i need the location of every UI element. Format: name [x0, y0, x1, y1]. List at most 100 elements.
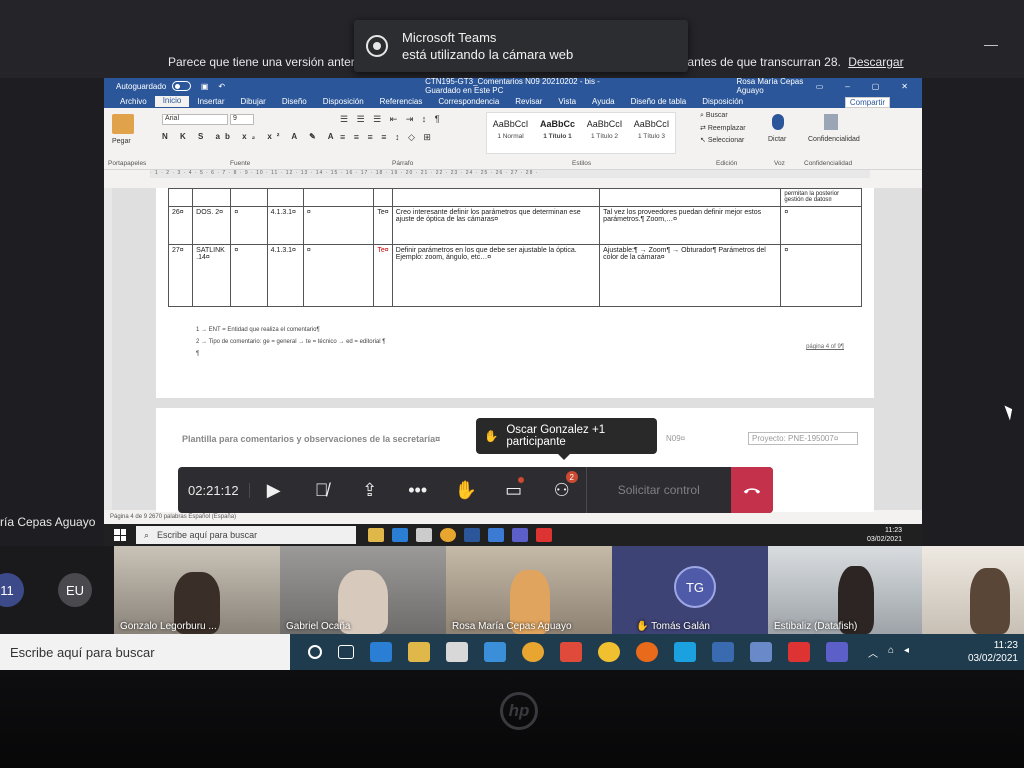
footnote-2: 2 → Tipo de comentario: ge = general → t… — [196, 339, 386, 345]
word-icon[interactable] — [464, 528, 480, 542]
mute-button[interactable]: 🎙̸ — [298, 467, 346, 513]
teams-icon[interactable] — [826, 642, 848, 662]
tab-ayuda[interactable]: Ayuda — [584, 97, 623, 108]
volume-icon[interactable]: ◂ — [904, 645, 909, 660]
paste-button[interactable]: Pegar — [112, 138, 131, 145]
outlook-icon[interactable] — [712, 642, 734, 662]
remote-clock[interactable]: 11:23 03/02/2021 — [867, 526, 922, 544]
mail-icon[interactable] — [484, 642, 506, 662]
tab-vista[interactable]: Vista — [550, 97, 584, 108]
tab-diseno[interactable]: Diseño — [274, 97, 315, 108]
replace-button[interactable]: ⇄ Reemplazar — [700, 124, 746, 132]
download-link[interactable]: Descargar — [848, 55, 903, 69]
more-actions-button[interactable]: ••• — [394, 467, 442, 513]
undo-icon[interactable]: ↶ — [218, 82, 225, 91]
file-explorer-icon[interactable] — [368, 528, 384, 542]
chevron-up-icon[interactable]: ︿ — [868, 645, 878, 660]
raise-hand-button[interactable]: ✋ — [442, 467, 490, 513]
save-icon[interactable]: ▣ — [201, 82, 209, 91]
table-row[interactable]: 26¤ DOS. 2¤ ¤ 4.1.3.1¤ ¤ Te¤ Creo intere… — [167, 206, 862, 245]
tab-inicio[interactable]: Inicio — [154, 96, 190, 108]
autosave-toggle[interactable] — [172, 81, 191, 91]
style-titulo-3[interactable]: AaBbCcI 1 Título 3 — [628, 113, 675, 153]
select-button[interactable]: ↖ Seleccionar — [700, 136, 744, 144]
video-tile[interactable]: Gabriel Ocaña — [280, 546, 446, 634]
video-tile[interactable]: Estibaliz (Datafish) — [768, 546, 922, 634]
tab-archivo[interactable]: Archivo — [112, 97, 155, 108]
right-margin — [922, 78, 1024, 548]
camera-button[interactable]: ▶ — [250, 467, 298, 513]
store-icon[interactable] — [416, 528, 432, 542]
remote-search-box[interactable]: ⌕ Escribe aquí para buscar — [136, 526, 356, 544]
list-buttons[interactable]: ☰ ☰ ☰ ⇤ ⇥ ↕ ¶ — [340, 114, 443, 125]
request-control-button[interactable]: Solicitar control — [585, 467, 731, 513]
table-row[interactable]: 27¤ SATLINK .14¤ ¤ 4.1.3.1¤ ¤ Te¤ Defini… — [167, 244, 862, 307]
store-icon[interactable] — [446, 642, 468, 662]
sensitivity-icon[interactable] — [824, 114, 838, 130]
tab-dibujar[interactable]: Dibujar — [233, 97, 274, 108]
window-close-icon[interactable]: ✕ — [901, 82, 908, 91]
font-name-select[interactable]: Arial — [162, 114, 228, 125]
window-minimize-icon[interactable]: – — [845, 82, 849, 91]
participant-avatar[interactable]: EU — [58, 573, 92, 607]
style-normal[interactable]: AaBbCcI 1 Normal — [487, 113, 534, 153]
video-tile[interactable]: Rosa María Cepas Aguayo — [446, 546, 612, 634]
dictate-button[interactable]: Dictar — [768, 136, 786, 143]
tab-referencias[interactable]: Referencias — [372, 97, 431, 108]
document-canvas[interactable]: permitan la posterior gestión de datos¤ … — [104, 188, 922, 518]
edge-icon[interactable] — [370, 642, 392, 662]
edge-icon[interactable] — [392, 528, 408, 542]
tab-revisar[interactable]: Revisar — [507, 97, 550, 108]
self-view-tile[interactable] — [922, 546, 1024, 634]
style-titulo-2[interactable]: AaBbCcI 1 Título 2 — [581, 113, 628, 153]
file-explorer-icon[interactable] — [408, 642, 430, 662]
ribbon-display-icon[interactable]: ▭ — [816, 82, 824, 91]
font-size-select[interactable]: 9 — [230, 114, 254, 125]
taskbar-search-box[interactable]: Escribe aquí para buscar — [0, 634, 290, 670]
minimize-icon[interactable]: — — [984, 36, 998, 52]
chat-button[interactable]: ▭ — [490, 467, 538, 513]
acrobat-icon[interactable] — [536, 528, 552, 542]
share-screen-button[interactable]: ⇪ — [346, 467, 394, 513]
firefox-icon[interactable] — [636, 642, 658, 662]
align-buttons[interactable]: ≡ ≡ ≡ ≡ ↕ ◇ ⊞ — [340, 132, 434, 143]
cortana-icon[interactable] — [308, 645, 322, 659]
horizontal-ruler[interactable]: · 1 · 2 · 3 · 4 · 5 · 6 · 7 · 8 · 9 · 10… — [150, 170, 870, 178]
camera-notification[interactable]: Microsoft Teams está utilizando la cámar… — [354, 20, 688, 72]
hang-up-button[interactable] — [730, 467, 773, 513]
format-buttons[interactable]: N K S ab x₂ x² A ✎ A — [162, 132, 339, 141]
comments-table[interactable]: permitan la posterior gestión de datos¤ … — [167, 188, 862, 307]
styles-gallery[interactable]: AaBbCcI 1 Normal AaBbCc 1 Título 1 AaBbCcI… — [486, 112, 676, 154]
document-page-4[interactable]: permitan la posterior gestión de datos¤ … — [156, 188, 874, 398]
chrome-icon[interactable] — [522, 642, 544, 662]
raised-hand-notification[interactable]: ✋ Oscar Gonzalez +1 participante — [476, 418, 657, 460]
tab-diseno-tabla[interactable]: Diseño de tabla — [623, 97, 695, 108]
paste-icon[interactable] — [112, 114, 134, 134]
acrobat-icon[interactable] — [788, 642, 810, 662]
style-titulo-1[interactable]: AaBbCc 1 Título 1 — [534, 113, 581, 153]
video-tile[interactable]: TG ✋ Tomás Galán — [612, 546, 768, 634]
window-restore-icon[interactable]: ▢ — [872, 82, 880, 91]
outlook-icon[interactable] — [488, 528, 504, 542]
tab-correspondencia[interactable]: Correspondencia — [430, 97, 507, 108]
tab-insertar[interactable]: Insertar — [189, 97, 232, 108]
tab-disposicion-tabla[interactable]: Disposición — [694, 97, 751, 108]
participants-button[interactable]: ⚇ 2 — [538, 467, 586, 513]
network-icon[interactable]: ⌂ — [888, 645, 894, 660]
anydesk-icon[interactable] — [560, 642, 582, 662]
teams-icon[interactable] — [512, 528, 528, 542]
chrome-icon[interactable] — [440, 528, 456, 542]
skype-icon[interactable] — [674, 642, 696, 662]
confidentiality-button[interactable]: Confidencialidad — [808, 136, 860, 143]
windows-start-icon[interactable] — [114, 529, 126, 541]
video-tile[interactable]: Gonzalo Legorburu ... — [114, 546, 280, 634]
taskbar-clock[interactable]: 11:23 03/02/2021 — [968, 639, 1024, 665]
table-row[interactable]: permitan la posterior gestión de datos¤ — [167, 188, 862, 207]
norton-icon[interactable] — [598, 642, 620, 662]
find-button[interactable]: ⌕ Buscar — [700, 112, 728, 120]
microphone-icon[interactable] — [772, 114, 784, 130]
onedrive-icon[interactable] — [750, 642, 772, 662]
tab-disposicion[interactable]: Disposición — [315, 97, 372, 108]
share-button[interactable]: Compartir — [844, 97, 890, 108]
task-view-icon[interactable] — [338, 645, 354, 659]
